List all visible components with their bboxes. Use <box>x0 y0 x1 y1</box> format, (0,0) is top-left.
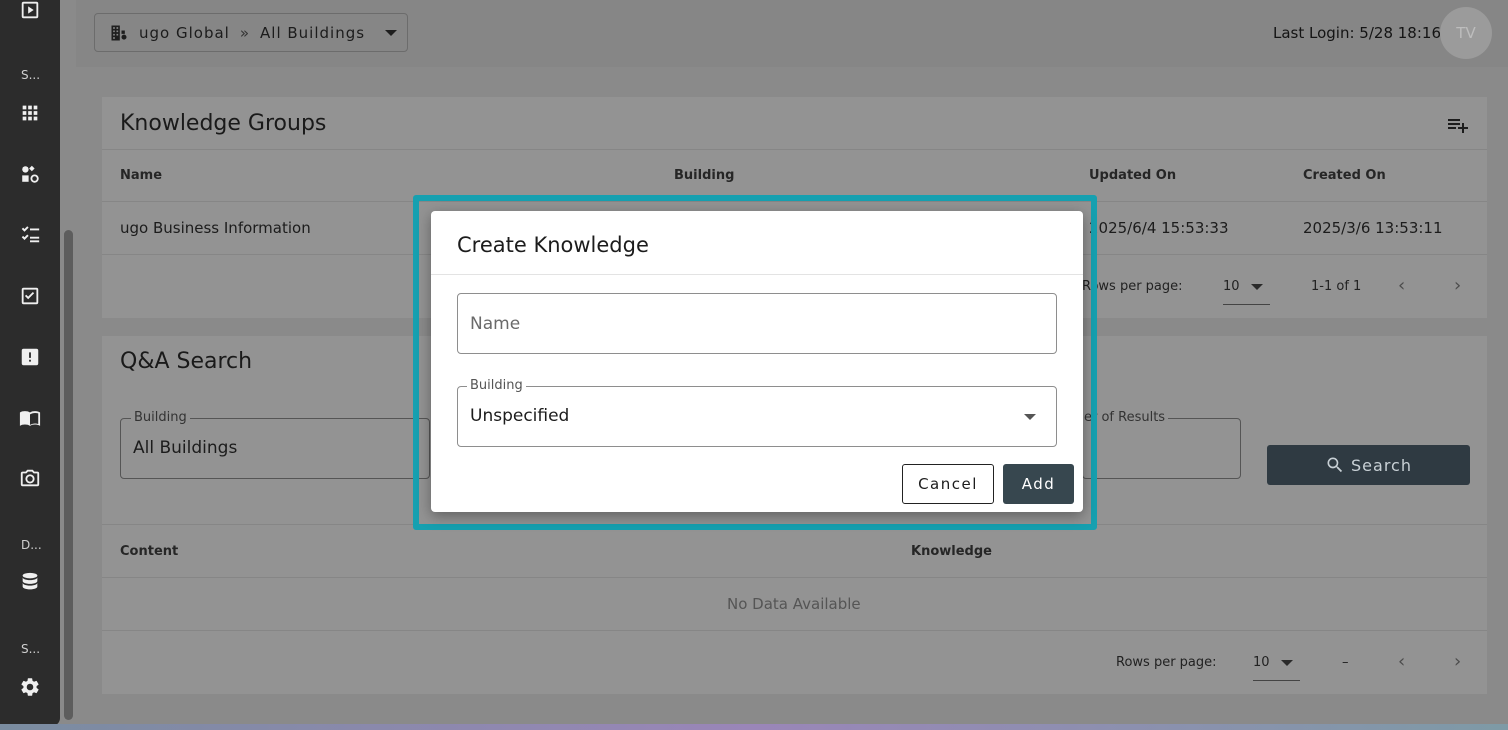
row-updated-on: 2025/6/4 15:53:33 <box>1089 219 1229 237</box>
rows-per-page-value[interactable]: 10 <box>1223 279 1240 294</box>
name-field[interactable] <box>457 293 1057 354</box>
sidebar: S... D... S... <box>0 0 60 726</box>
sidebar-section-label: D... <box>21 538 42 552</box>
row-name[interactable]: ugo Business Information <box>120 219 311 237</box>
building-select[interactable]: Building Unspecified <box>457 378 1057 447</box>
checklist-icon[interactable] <box>18 222 42 246</box>
breadcrumb-separator: » <box>239 23 251 42</box>
column-header-building[interactable]: Building <box>674 168 734 183</box>
select-underline <box>1223 304 1270 305</box>
divider <box>431 274 1083 275</box>
building-label: Building <box>467 378 526 393</box>
divider <box>102 630 1487 631</box>
book-icon[interactable] <box>18 406 42 430</box>
camera-icon[interactable] <box>18 466 42 490</box>
playlist-add-icon[interactable] <box>1446 113 1470 137</box>
pagination-range: 1-1 of 1 <box>1311 279 1362 294</box>
avatar[interactable]: TV <box>1440 7 1492 59</box>
qa-building-value: All Buildings <box>133 438 238 458</box>
divider <box>102 149 1487 150</box>
cancel-button[interactable]: Cancel <box>902 464 994 504</box>
column-header-created-on[interactable]: Created On <box>1303 168 1386 183</box>
building-selector[interactable]: ugo Global » All Buildings <box>94 13 408 52</box>
sidebar-section-label: S... <box>21 642 41 656</box>
number-of-results-input[interactable]: er of Results <box>1081 410 1241 479</box>
caret-down-icon[interactable] <box>1281 660 1293 666</box>
scrollbar-thumb[interactable] <box>64 230 73 720</box>
chevron-right-icon[interactable]: › <box>1454 651 1461 672</box>
chevron-left-icon[interactable]: ‹ <box>1398 651 1405 672</box>
qa-building-label: Building <box>131 410 190 425</box>
chevron-left-icon[interactable]: ‹ <box>1398 275 1405 296</box>
gear-icon[interactable] <box>18 675 42 699</box>
search-icon <box>1327 457 1343 473</box>
rows-per-page-label: Rows per page: <box>1082 279 1183 294</box>
qa-search-title: Q&A Search <box>120 349 253 374</box>
knowledge-groups-title: Knowledge Groups <box>120 111 327 136</box>
building-icon <box>111 25 127 40</box>
select-underline <box>1253 680 1300 681</box>
selected-building: All Buildings <box>260 23 366 42</box>
column-header-name[interactable]: Name <box>120 168 162 183</box>
task-check-icon[interactable] <box>18 284 42 308</box>
caret-down-icon[interactable] <box>1024 414 1036 420</box>
workflow-icon[interactable] <box>18 162 42 186</box>
column-header-content[interactable]: Content <box>120 544 178 559</box>
apps-grid-icon[interactable] <box>18 101 42 125</box>
play-icon[interactable] <box>18 0 42 22</box>
caret-down-icon <box>385 29 398 36</box>
add-button[interactable]: Add <box>1003 464 1074 504</box>
name-input[interactable] <box>458 294 1056 353</box>
column-header-updated-on[interactable]: Updated On <box>1089 168 1176 183</box>
row-created-on: 2025/3/6 13:53:11 <box>1303 219 1443 237</box>
sidebar-section-label: S... <box>21 68 41 82</box>
search-button[interactable]: Search <box>1267 445 1470 485</box>
bottom-edge <box>0 724 1508 730</box>
alert-icon[interactable] <box>18 345 42 369</box>
qa-building-select[interactable]: Building All Buildings <box>120 410 430 479</box>
rows-per-page-label: Rows per page: <box>1116 655 1217 670</box>
pagination-range: – <box>1342 655 1349 670</box>
building-value: Unspecified <box>470 406 570 426</box>
empty-state: No Data Available <box>727 595 861 613</box>
dialog-title: Create Knowledge <box>457 233 649 257</box>
caret-down-icon[interactable] <box>1251 284 1263 290</box>
column-header-knowledge[interactable]: Knowledge <box>911 544 992 559</box>
search-button-label: Search <box>1351 455 1412 475</box>
divider <box>102 577 1487 578</box>
chevron-right-icon[interactable]: › <box>1454 275 1461 296</box>
create-knowledge-dialog: Create Knowledge Building Unspecified Ca… <box>431 211 1083 512</box>
rows-per-page-value[interactable]: 10 <box>1253 655 1270 670</box>
org-name: ugo Global <box>139 23 230 42</box>
database-icon[interactable] <box>18 570 42 594</box>
last-login: Last Login: 5/28 18:16 <box>1273 24 1441 42</box>
